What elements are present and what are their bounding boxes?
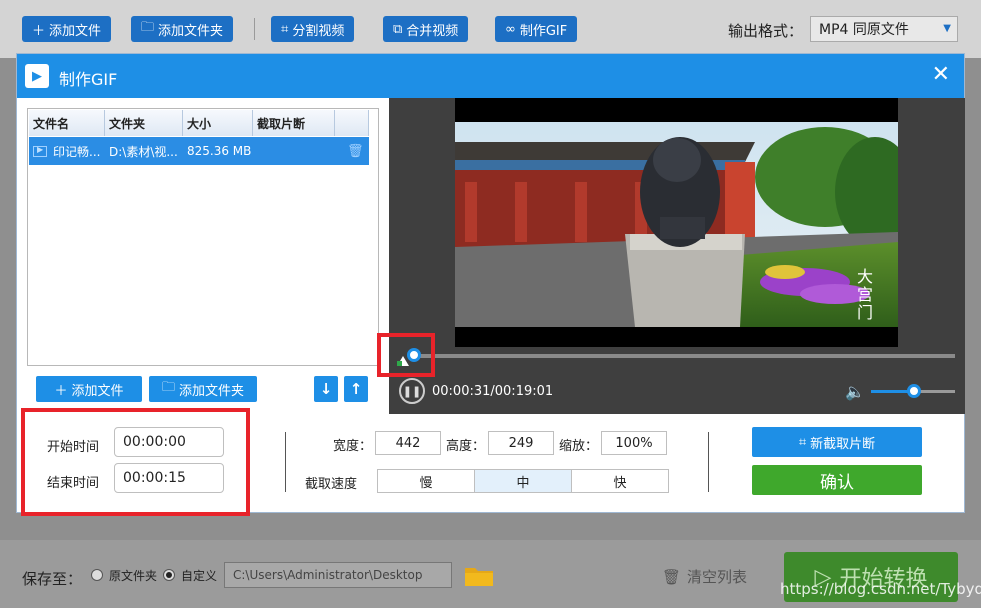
plus-icon: ＋ <box>54 383 68 399</box>
clear-list-button[interactable]: 🗑 清空列表 <box>662 566 747 587</box>
video-frame: 大 宫 门 <box>455 98 898 347</box>
link-icon: ∞ <box>505 21 516 37</box>
delete-row-icon[interactable]: 🗑 <box>347 144 364 159</box>
move-down-button[interactable]: ↓ <box>314 376 338 402</box>
playback-time: 00:00:31/00:19:01 <box>432 384 554 399</box>
cell-clip <box>253 137 335 165</box>
folder-icon[interactable] <box>464 565 494 587</box>
dialog-title: 制作GIF <box>59 70 118 89</box>
volume-icon[interactable]: 🔈 <box>845 382 865 401</box>
merge-icon: ⧉ <box>393 21 403 37</box>
dialog-add-folder-button[interactable]: 🗀 添加文件夹 <box>149 376 257 402</box>
scale-input[interactable]: 100% <box>601 431 667 455</box>
svg-text:门: 门 <box>857 303 873 322</box>
column-header-folder[interactable]: 文件夹 <box>105 110 183 136</box>
add-file-button[interactable]: ＋添加文件 <box>22 16 112 42</box>
new-clip-button[interactable]: ⌗ 新截取片断 <box>752 427 922 457</box>
pause-button[interactable]: ❚❚ <box>399 378 425 404</box>
trash-icon: 🗑 <box>662 567 682 586</box>
column-header-filename[interactable]: 文件名 <box>29 110 105 136</box>
split-video-button[interactable]: ⌗ 分割视频 <box>271 16 355 42</box>
svg-text:宫: 宫 <box>857 285 873 304</box>
volume-slider-knob[interactable] <box>907 384 921 398</box>
cell-folder: D:\素材\视... <box>109 144 178 159</box>
dialog-title-bar: ▶ 制作GIF ✕ <box>17 54 964 98</box>
width-label: 宽度： <box>333 439 373 454</box>
add-folder-button[interactable]: 🗀 添加文件夹 <box>131 16 234 42</box>
column-header-actions <box>335 110 369 136</box>
arrow-down-icon: ↓ <box>319 380 333 398</box>
radio-original-folder[interactable] <box>91 569 103 581</box>
folder-outline-icon: 🗀 <box>141 20 155 35</box>
confirm-button[interactable]: 确认 <box>752 465 922 495</box>
output-format-label: 输出格式： <box>728 22 804 40</box>
column-header-clip[interactable]: 截取片断 <box>253 110 335 136</box>
progress-track[interactable] <box>415 354 955 358</box>
folder-outline-icon: 🗀 <box>161 380 175 395</box>
watermark: https://blog.csdn.net/Tybyqi <box>780 580 981 598</box>
divider <box>708 432 709 492</box>
make-gif-button[interactable]: ∞ 制作GIF <box>495 16 578 42</box>
crop-icon: ⌗ <box>281 21 289 37</box>
scale-label: 缩放： <box>559 439 599 454</box>
video-file-icon <box>33 145 47 157</box>
table-header: 文件名 文件夹 大小 截取片断 <box>29 110 369 136</box>
speed-option-fast[interactable]: 快 <box>572 470 668 492</box>
plus-icon: ＋ <box>32 23 46 39</box>
radio-custom-folder-label: 自定义 <box>181 569 218 583</box>
video-preview-image: 大 宫 门 <box>455 122 898 327</box>
move-up-button[interactable]: ↑ <box>344 376 368 402</box>
width-input[interactable]: 442 <box>375 431 441 455</box>
file-list-table: 文件名 文件夹 大小 截取片断 印记畅... D:\素材\视... 825.36… <box>27 108 379 366</box>
highlight-box-time-range <box>21 408 250 516</box>
video-player: 大 宫 门 ❚❚ 00:00:31/00:19:01 🔈 <box>389 98 965 414</box>
app-logo-icon: ▶ <box>25 64 49 88</box>
crop-icon: ⌗ <box>798 434 807 450</box>
table-row[interactable]: 印记畅... D:\素材\视... 825.36 MB 🗑 <box>29 137 369 165</box>
arrow-up-icon: ↑ <box>349 380 363 398</box>
dropdown-arrow-icon: ▼ <box>943 23 951 34</box>
output-format-select[interactable]: MP4 同原文件 ▼ <box>810 16 958 42</box>
cell-size: 825.36 MB <box>187 144 252 158</box>
save-path-input[interactable]: C:\Users\Administrator\Desktop <box>224 562 452 588</box>
pause-icon: ❚❚ <box>402 384 422 398</box>
speed-option-slow[interactable]: 慢 <box>378 470 475 492</box>
column-header-size[interactable]: 大小 <box>183 110 253 136</box>
speed-selector: 慢 中 快 <box>377 469 669 493</box>
dialog-add-file-button[interactable]: ＋添加文件 <box>36 376 142 402</box>
merge-video-button[interactable]: ⧉ 合并视频 <box>383 16 469 42</box>
cell-filename: 印记畅... <box>29 137 105 165</box>
speed-label: 截取速度 <box>305 477 358 492</box>
save-to-label: 保存至： <box>22 570 83 588</box>
height-input[interactable]: 249 <box>488 431 554 455</box>
divider <box>285 432 286 492</box>
cell-actions: 🗑 <box>335 137 369 165</box>
highlight-box-progress <box>377 333 435 377</box>
radio-original-folder-label: 原文件夹 <box>109 569 158 583</box>
svg-text:大: 大 <box>857 267 873 286</box>
toolbar-divider <box>254 18 255 40</box>
radio-custom-folder[interactable] <box>163 569 175 581</box>
close-icon[interactable]: ✕ <box>932 63 950 87</box>
main-toolbar: ＋添加文件 🗀 添加文件夹 ⌗ 分割视频 ⧉ 合并视频 ∞ 制作GIF 输出格式： MP… <box>0 0 981 58</box>
speed-option-medium[interactable]: 中 <box>475 470 572 492</box>
height-label: 高度： <box>446 439 486 454</box>
